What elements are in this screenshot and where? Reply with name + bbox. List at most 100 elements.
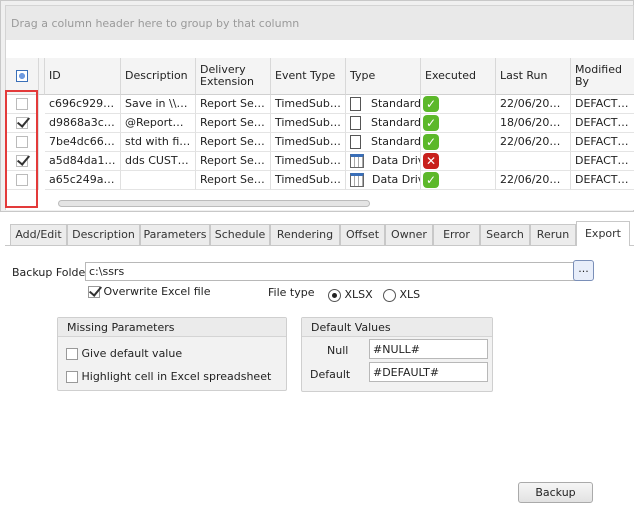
radio-xls[interactable]: XLS xyxy=(383,288,420,302)
type-text: Standard xyxy=(371,116,421,129)
type-text: Standard xyxy=(371,135,421,148)
document-icon xyxy=(350,97,361,111)
radio-icon xyxy=(328,288,341,302)
table-cell[interactable] xyxy=(121,171,196,190)
tab-owner[interactable]: Owner xyxy=(385,224,433,245)
table-cell[interactable]: Data Drive xyxy=(346,171,421,190)
column-header[interactable]: Event Type xyxy=(271,58,346,95)
browse-button[interactable]: ... xyxy=(573,260,594,281)
backup-folder-label: Backup Folder xyxy=(12,266,90,279)
default-input[interactable] xyxy=(369,362,488,382)
table-cell[interactable]: 22/06/201... xyxy=(496,171,571,190)
table-cell[interactable]: Standard xyxy=(346,95,421,114)
table-cell[interactable]: ✓ xyxy=(421,95,496,114)
column-header[interactable]: Type xyxy=(346,58,421,95)
table-cell[interactable]: a65c249a-... xyxy=(45,171,121,190)
table-cell[interactable]: ✓ xyxy=(421,114,496,133)
table-cell[interactable]: TimedSubs... xyxy=(271,171,346,190)
document-icon xyxy=(350,116,361,130)
tab-description[interactable]: Description xyxy=(67,224,140,245)
highlight-cell-checkbox[interactable]: Highlight cell in Excel spreadsheet xyxy=(66,365,278,388)
table-cell[interactable]: Report Ser... xyxy=(196,95,271,114)
table-cell[interactable]: std with file... xyxy=(121,133,196,152)
table-cell[interactable]: ✓ xyxy=(421,171,496,190)
table-cell[interactable]: DEFACTO1... xyxy=(571,114,634,133)
table-cell[interactable]: ✕ xyxy=(421,152,496,171)
backup-button[interactable]: Backup xyxy=(518,482,593,503)
error-x-icon: ✕ xyxy=(423,153,439,169)
table-cell[interactable]: c696c929-... xyxy=(45,95,121,114)
tab-search[interactable]: Search xyxy=(480,224,530,245)
group-panel[interactable]: Drag a column header here to group by th… xyxy=(5,5,634,41)
table-cell[interactable]: Report Ser... xyxy=(196,171,271,190)
table-cell[interactable]: DEFACTO1... xyxy=(571,152,634,171)
table-cell[interactable]: Report Ser... xyxy=(196,133,271,152)
horizontal-scrollbar[interactable] xyxy=(58,200,370,207)
tab-rendering[interactable]: Rendering xyxy=(270,224,340,245)
table-cell[interactable]: Standard xyxy=(346,133,421,152)
tab-parameters[interactable]: Parameters xyxy=(140,224,210,245)
highlight-cell-label: Highlight cell in Excel spreadsheet xyxy=(81,370,272,383)
table-cell[interactable]: Save in \\a... xyxy=(121,95,196,114)
null-input[interactable] xyxy=(369,339,488,359)
table-cell[interactable]: 7be4dc66-... xyxy=(45,133,121,152)
table-cell[interactable]: DEFACTO1... xyxy=(571,95,634,114)
column-header[interactable]: Executed xyxy=(421,58,496,95)
document-icon xyxy=(350,135,361,149)
type-text: Standard xyxy=(371,97,421,110)
table-icon xyxy=(350,173,364,187)
radio-xlsx[interactable]: XLSX xyxy=(328,288,373,302)
missing-parameters-title: Missing Parameters xyxy=(58,318,286,337)
table-cell[interactable]: dds CUSTO... xyxy=(121,152,196,171)
table-cell[interactable]: TimedSubs... xyxy=(271,114,346,133)
type-text: Data Drive xyxy=(372,154,420,167)
tab-export[interactable]: Export xyxy=(576,221,630,246)
tab-rerun[interactable]: Rerun xyxy=(530,224,576,245)
checkbox-icon xyxy=(88,286,100,298)
table-cell[interactable]: a5d84da1-... xyxy=(45,152,121,171)
table-cell[interactable]: 22/06/201... xyxy=(496,133,571,152)
table-cell[interactable] xyxy=(496,152,571,171)
tab-schedule[interactable]: Schedule xyxy=(210,224,270,245)
type-text: Data Drive xyxy=(372,173,420,186)
tab-addedit[interactable]: Add/Edit xyxy=(10,224,67,245)
table-cell[interactable]: TimedSubs... xyxy=(271,133,346,152)
table-cell[interactable]: @ReportN... xyxy=(121,114,196,133)
table-cell[interactable]: Report Ser... xyxy=(196,114,271,133)
file-type-label: File type xyxy=(268,286,315,299)
tab-offset[interactable]: Offset xyxy=(340,224,385,245)
column-header[interactable]: Delivery Extension xyxy=(196,58,271,95)
column-header[interactable]: Last Run xyxy=(496,58,571,95)
tab-error[interactable]: Error xyxy=(433,224,480,245)
table-cell[interactable]: DEFACTO1... xyxy=(571,133,634,152)
overwrite-label: Overwrite Excel file xyxy=(103,285,211,298)
column-header[interactable]: Description xyxy=(121,58,196,95)
table-cell[interactable]: Report Ser... xyxy=(196,152,271,171)
select-all-checkbox[interactable] xyxy=(16,70,28,82)
success-check-icon: ✓ xyxy=(423,96,439,112)
success-check-icon: ✓ xyxy=(423,134,439,150)
table-cell[interactable]: 18/06/201... xyxy=(496,114,571,133)
table-cell[interactable]: TimedSubs... xyxy=(271,95,346,114)
table-cell[interactable]: Standard xyxy=(346,114,421,133)
give-default-checkbox[interactable]: Give default value xyxy=(66,342,278,365)
highlight-box xyxy=(5,90,38,208)
table-cell[interactable]: TimedSubs... xyxy=(271,152,346,171)
checkbox-icon xyxy=(66,348,78,360)
radio-icon xyxy=(383,288,396,302)
table-cell[interactable]: ✓ xyxy=(421,133,496,152)
default-label: Default xyxy=(310,368,351,381)
null-label: Null xyxy=(327,344,349,357)
radio-xls-label: XLS xyxy=(399,288,421,301)
table-cell[interactable]: DEFACTO1... xyxy=(571,171,634,190)
overwrite-checkbox[interactable]: Overwrite Excel file xyxy=(88,285,211,298)
missing-parameters-group: Missing Parameters Give default value Hi… xyxy=(57,317,287,391)
backup-folder-input[interactable] xyxy=(85,262,577,281)
table-cell[interactable]: d9868a3c-... xyxy=(45,114,121,133)
checkbox-icon xyxy=(66,371,78,383)
column-header[interactable]: ID xyxy=(45,58,121,95)
table-cell[interactable]: Data Drive xyxy=(346,152,421,171)
column-header[interactable]: Modified By xyxy=(571,58,634,95)
success-check-icon: ✓ xyxy=(423,115,439,131)
table-cell[interactable]: 22/06/201... xyxy=(496,95,571,114)
